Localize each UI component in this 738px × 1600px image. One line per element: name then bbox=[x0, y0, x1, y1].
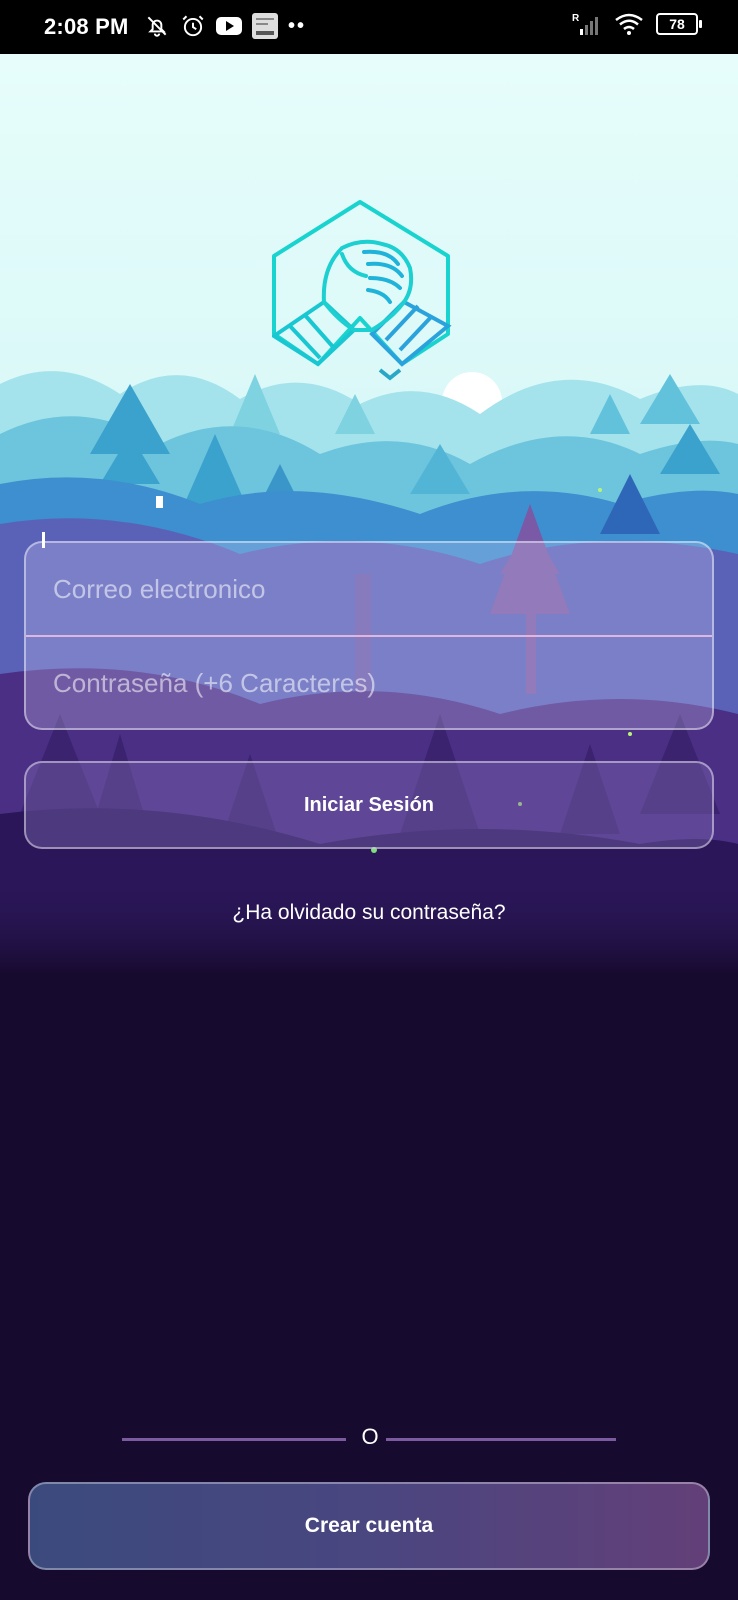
youtube-icon bbox=[216, 17, 242, 35]
handshake-logo-icon bbox=[272, 200, 452, 367]
create-account-button[interactable]: Crear cuenta bbox=[28, 1482, 710, 1570]
status-time: 2:08 PM bbox=[44, 14, 129, 39]
signal-icon: R bbox=[572, 13, 598, 35]
battery-level: 78 bbox=[669, 16, 685, 32]
battery-icon: 78 bbox=[656, 13, 702, 35]
svg-text:R: R bbox=[572, 13, 580, 24]
wifi-icon bbox=[615, 13, 643, 35]
separator-line-right bbox=[386, 1438, 616, 1441]
password-field[interactable] bbox=[26, 637, 712, 729]
login-form bbox=[24, 541, 714, 730]
separator-text: O bbox=[361, 1424, 379, 1449]
login-button[interactable]: Iniciar Sesión bbox=[24, 761, 714, 849]
forgot-password-link[interactable]: ¿Ha olvidado su contraseña? bbox=[0, 901, 738, 925]
status-bar: 2:08 PM •• R 78 bbox=[0, 0, 738, 54]
email-field[interactable] bbox=[26, 543, 712, 635]
alarm-icon bbox=[182, 15, 204, 37]
notification-thumbnail-icon bbox=[252, 13, 278, 39]
text-cursor bbox=[42, 532, 45, 548]
or-separator: O bbox=[122, 1424, 616, 1454]
more-notifications-icon: •• bbox=[288, 14, 307, 37]
separator-line-left bbox=[122, 1438, 346, 1441]
bell-off-icon bbox=[147, 16, 167, 37]
